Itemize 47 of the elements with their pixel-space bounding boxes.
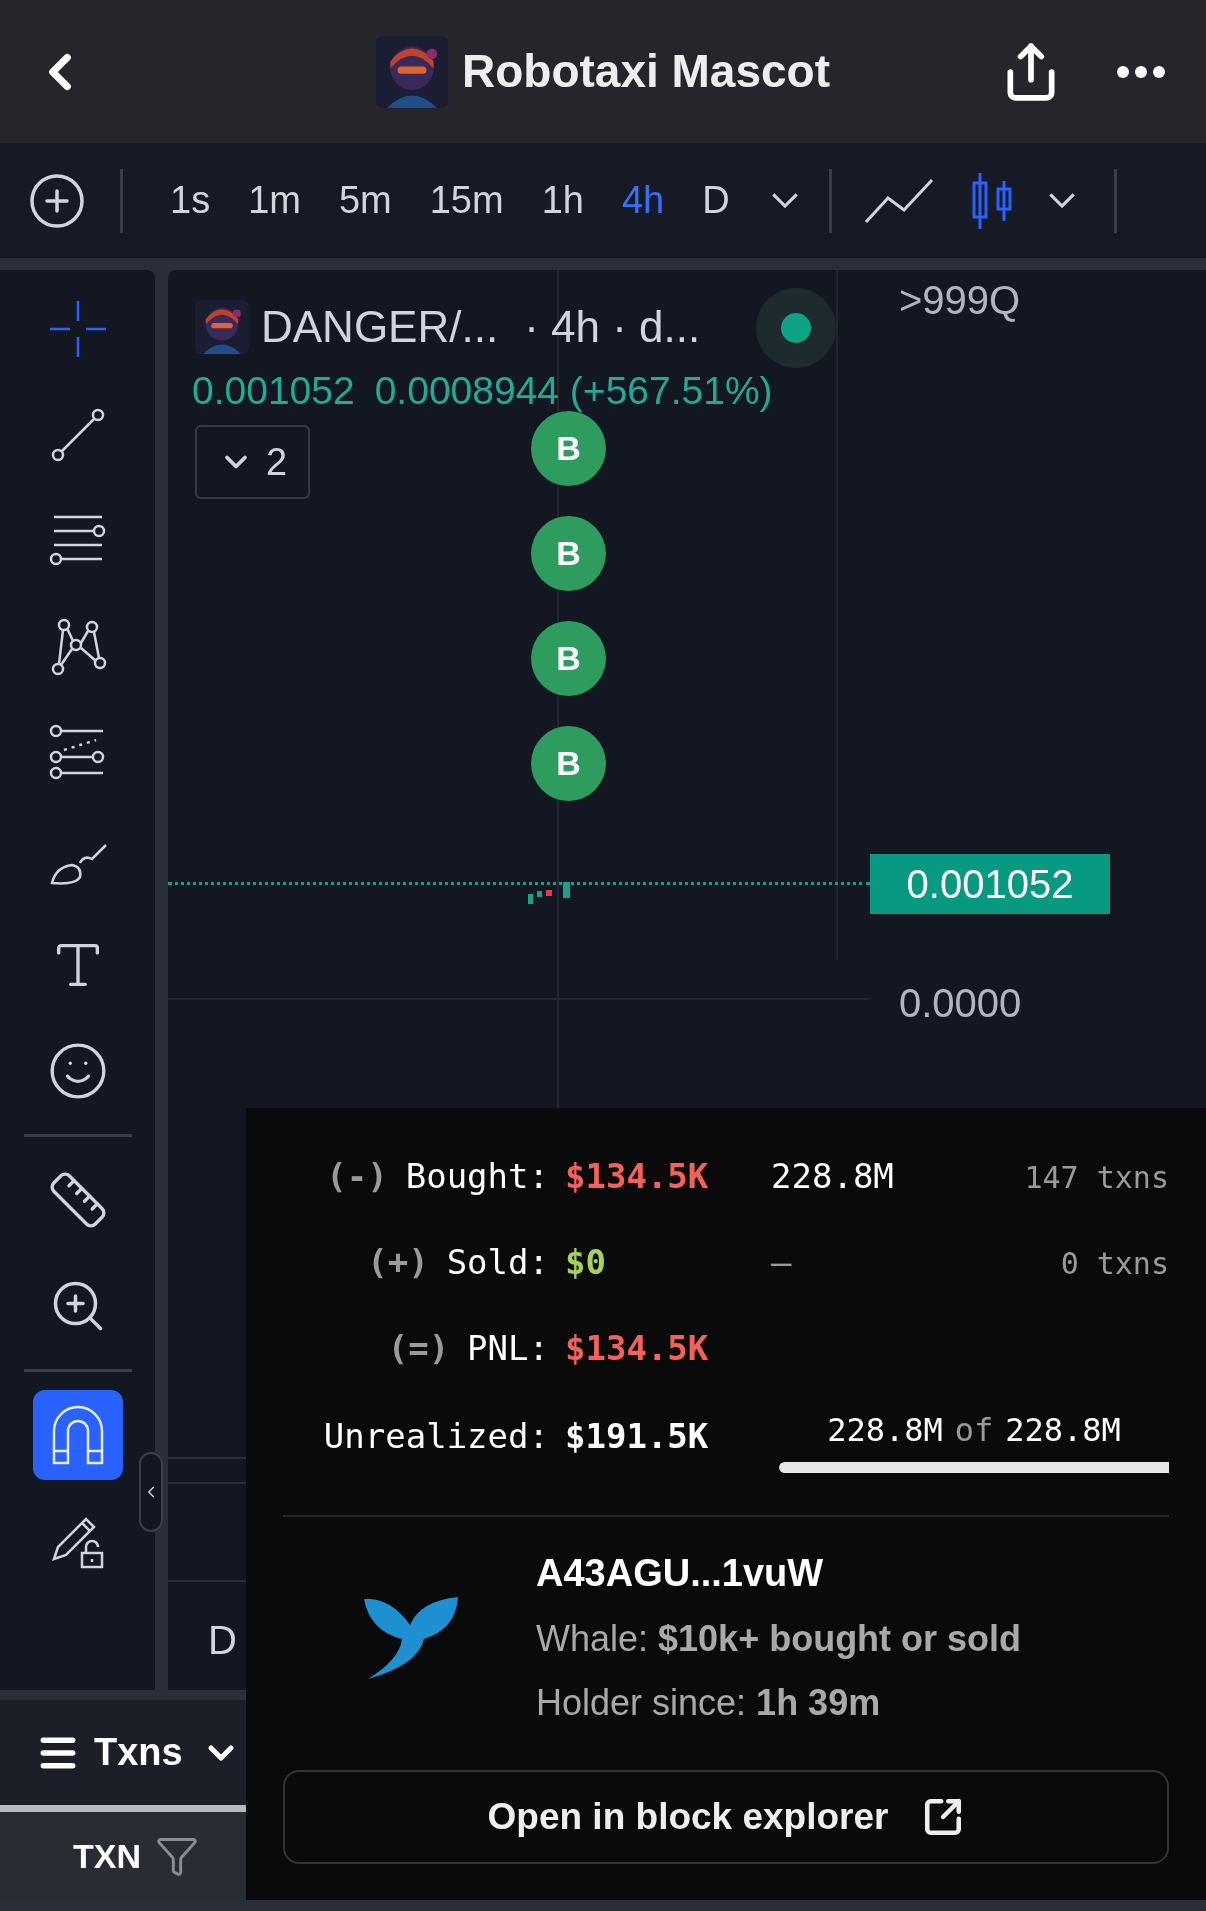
timeframe-tab[interactable]: D xyxy=(683,165,749,236)
price-axis-label: >999Q xyxy=(899,277,1021,324)
timeframe-tab[interactable]: 1s xyxy=(151,165,230,236)
token-amount: 228.8M xyxy=(771,1155,894,1196)
timeframe-tab[interactable]: 1h xyxy=(522,165,603,236)
usd-value: $134.5K xyxy=(565,1326,710,1370)
whale-description: Whale: $10k+ bought or sold xyxy=(536,1617,1022,1661)
sign-label: (+) xyxy=(367,1240,429,1284)
price-change: 0.0008944 (+567.51%) xyxy=(374,368,773,414)
timeframe-tab[interactable]: 4h xyxy=(602,165,684,236)
holder-since: Holder since: 1h 39m xyxy=(536,1681,882,1725)
block-explorer-button[interactable]: Open in block explorer xyxy=(283,1770,1169,1864)
timeframe-tab[interactable]: 5m xyxy=(319,165,411,236)
chevron-down-icon xyxy=(771,193,798,208)
last-price: 0.001052 xyxy=(192,368,355,414)
usd-value: $191.5K xyxy=(565,1414,710,1458)
indicators-toggle[interactable]: 2 xyxy=(195,425,310,499)
held-amount: 228.8M xyxy=(827,1409,943,1451)
row-label: PNL: xyxy=(467,1326,549,1370)
column-header: D xyxy=(208,1617,237,1664)
magnet-icon xyxy=(51,1405,104,1465)
total-amount: 228.8M xyxy=(1005,1409,1121,1451)
row-label: Unrealized: xyxy=(323,1414,549,1458)
wallet-address: A43AGU...1vuW xyxy=(536,1551,825,1596)
collapse-toolbar-handle[interactable] xyxy=(139,1452,163,1532)
current-price-label: 0.001052 xyxy=(870,854,1110,914)
sign-label: (-) xyxy=(326,1154,388,1198)
token-title: Robotaxi Mascot xyxy=(461,44,830,99)
txn-count: 147 txns xyxy=(1024,1159,1169,1195)
chevron-down-icon xyxy=(1048,193,1075,208)
timeframe-tab[interactable]: 15m xyxy=(410,165,523,236)
of-label: of xyxy=(954,1409,994,1451)
timeframe-tab[interactable]: 1m xyxy=(229,165,320,236)
price-axis-label: 0.0000 xyxy=(899,980,1022,1027)
row-label: Sold: xyxy=(446,1240,549,1284)
drawing-tool-button[interactable] xyxy=(32,1390,123,1480)
usd-value: $134.5K xyxy=(565,1154,710,1198)
sign-label: (=) xyxy=(387,1326,450,1370)
row-label: Bought: xyxy=(405,1154,549,1198)
more-icon xyxy=(1116,64,1166,79)
chart-meta: · 4h · d... xyxy=(524,301,701,353)
token-amount: – xyxy=(771,1241,792,1282)
transactions-dropdown[interactable]: Txns xyxy=(94,1724,241,1781)
usd-value: $0 xyxy=(565,1240,607,1284)
column-header: TXN xyxy=(73,1835,141,1877)
txn-count: 0 txns xyxy=(1060,1245,1169,1281)
pair-symbol: DANGER/... xyxy=(261,301,499,353)
